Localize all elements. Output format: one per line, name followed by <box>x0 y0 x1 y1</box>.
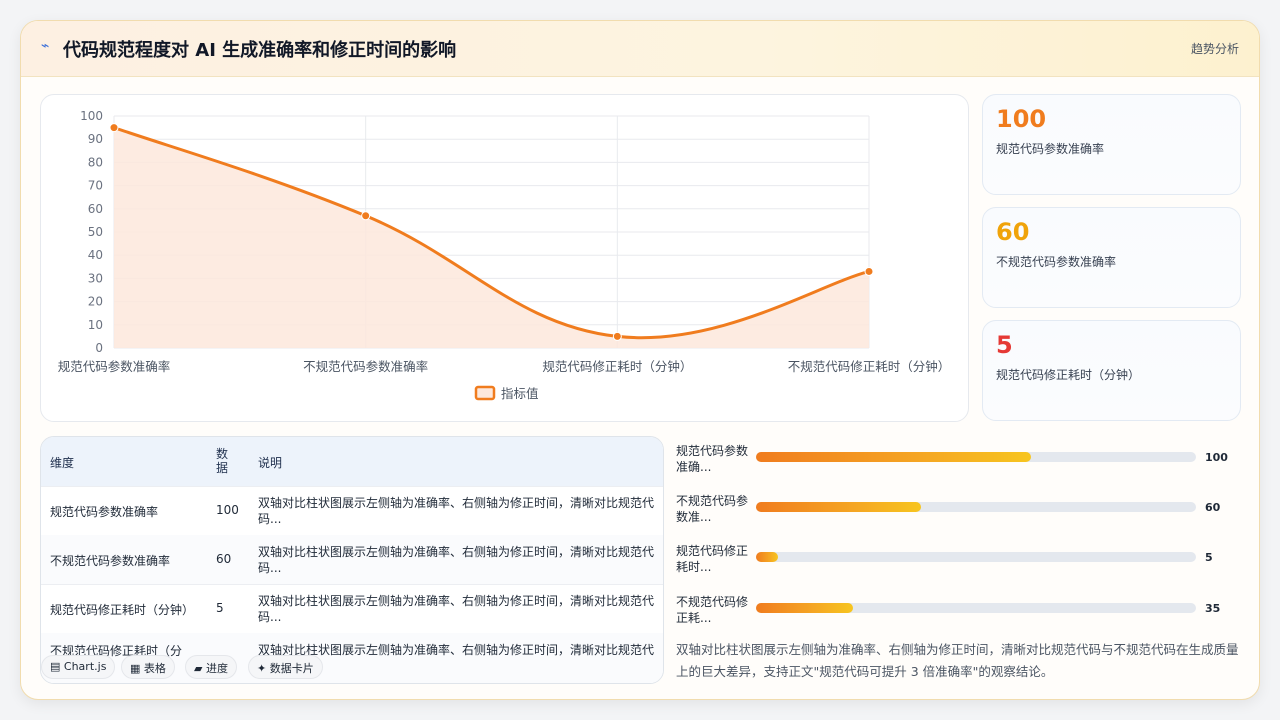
table-cell-description: 双轴对比柱状图展示左侧轴为准确率、右侧轴为修正时间，清晰对比规范代码... <box>258 545 655 575</box>
data-point <box>361 211 371 221</box>
progress-label: 规范代码参数准确... <box>676 444 749 474</box>
table-cell-dimension: 规范代码参数准确率 <box>50 505 159 519</box>
table-cell-description: 双轴对比柱状图展示左侧轴为准确率、右侧轴为修正时间，清晰对比规范代码... <box>258 496 655 526</box>
data-point <box>612 331 622 341</box>
bolt-icon: ⌁ <box>41 38 50 54</box>
progress-row: 不规范代码参数准... 60 <box>676 491 1246 527</box>
table-cell-value: 5 <box>216 601 224 615</box>
y-tick-label: 30 <box>88 271 103 285</box>
trend-analysis-badge[interactable]: 趋势分析 <box>1191 40 1239 57</box>
observation-note: 双轴对比柱状图展示左侧轴为准确率、右侧轴为修正时间，清晰对比规范代码与不规范代码… <box>676 642 1239 679</box>
progress-icon: ▰ <box>194 662 203 675</box>
y-tick-label: 40 <box>88 248 103 262</box>
stat-label: 不规范代码参数准确率 <box>996 255 1117 269</box>
card-header: ⌁ 代码规范程度对 AI 生成准确率和修正时间的影响 趋势分析 <box>21 21 1259 77</box>
tab-chartjs[interactable]: ▤ Chart.js <box>41 655 116 679</box>
stat-value: 5 <box>996 331 1013 359</box>
progress-fill <box>756 502 921 512</box>
progress-track <box>756 603 1196 613</box>
y-tick-label: 20 <box>88 295 103 309</box>
table-row: 不规范代码参数准确率 60 双轴对比柱状图展示左侧轴为准确率、右侧轴为修正时间，… <box>41 535 663 585</box>
y-tick-label: 0 <box>95 341 103 355</box>
table-icon: ▦ <box>130 662 141 675</box>
table-header-description: 说明 <box>258 456 283 470</box>
progress-track <box>756 502 1196 512</box>
sparkle-icon: ✦ <box>257 662 267 675</box>
stat-value: 60 <box>996 218 1030 246</box>
table-cell-description: 双轴对比柱状图展示左侧轴为准确率、右侧轴为修正时间，清晰对比规范代 <box>258 643 655 657</box>
x-tick-label: 规范代码参数准确率 <box>58 359 171 374</box>
progress-value: 35 <box>1205 602 1221 615</box>
progress-label: 不规范代码修正耗... <box>676 595 749 625</box>
table-cell-dimension: 规范代码修正耗时（分钟） <box>50 603 195 617</box>
progress-fill <box>756 452 1031 462</box>
tab-table[interactable]: ▦ 表格 <box>121 655 175 679</box>
stat-card-1: 100 规范代码参数准确率 <box>982 94 1241 195</box>
legend-swatch <box>474 385 496 401</box>
tab-label: Chart.js <box>63 660 107 673</box>
progress-label: 规范代码修正耗时... <box>676 544 749 574</box>
tab-progress[interactable]: ▰ 进度 <box>185 655 237 679</box>
y-tick-label: 100 <box>80 109 103 123</box>
progress-value: 60 <box>1205 501 1221 514</box>
tab-label: 数据卡片 <box>269 662 314 675</box>
y-tick-label: 70 <box>88 179 103 193</box>
dashboard-card: ⌁ 代码规范程度对 AI 生成准确率和修正时间的影响 趋势分析 0 10 20 30 4… <box>20 20 1260 700</box>
y-tick-label: 90 <box>88 132 103 146</box>
progress-fill <box>756 603 853 613</box>
stat-card-2: 60 不规范代码参数准确率 <box>982 207 1241 308</box>
x-tick-label: 不规范代码修正耗时（分钟） <box>788 359 951 374</box>
y-tick-label: 10 <box>88 318 103 332</box>
table-cell-value: 60 <box>216 552 232 566</box>
x-tick-label: 规范代码修正耗时（分钟） <box>542 359 692 374</box>
data-table: 维度 数据 说明 规范代码参数准确率 100 双轴对比柱状图展示左侧轴为准确率、… <box>40 436 664 684</box>
area-chart: 0 10 20 30 40 50 60 70 80 90 100 规范代码参数准确率 不规范代码参数准确… <box>58 109 951 401</box>
progress-label: 不规范代码参数准... <box>676 494 749 524</box>
table-header-dimension: 维度 <box>50 456 75 470</box>
data-point <box>864 266 874 276</box>
table-cell-dimension: 不规范代码参数准确率 <box>50 554 171 568</box>
table-row: 规范代码修正耗时（分钟） 5 双轴对比柱状图展示左侧轴为准确率、右侧轴为修正时间… <box>41 584 663 634</box>
stat-card-3: 5 规范代码修正耗时（分钟） <box>982 320 1241 421</box>
table-header-row: 维度 数据 说明 <box>41 437 663 487</box>
stat-label: 规范代码参数准确率 <box>996 142 1105 156</box>
table-header-data: 数据 <box>216 447 229 475</box>
progress-value: 100 <box>1205 451 1228 464</box>
chart-panel: 0 10 20 30 40 50 60 70 80 90 100 规范代码参数准确率 不规范代码参数准确… <box>40 94 969 422</box>
tab-data-cards[interactable]: ✦ 数据卡片 <box>248 655 323 679</box>
progress-row: 不规范代码修正耗... 35 <box>676 592 1246 628</box>
table-cell-description: 双轴对比柱状图展示左侧轴为准确率、右侧轴为修正时间，清晰对比规范代码... <box>258 594 655 624</box>
progress-row: 规范代码修正耗时... 5 <box>676 541 1246 577</box>
chart-icon: ▤ <box>50 660 61 673</box>
card-title: 代码规范程度对 AI 生成准确率和修正时间的影响 <box>63 40 457 61</box>
y-tick-label: 60 <box>88 202 103 216</box>
x-tick-label: 不规范代码参数准确率 <box>303 359 428 374</box>
tab-label: 进度 <box>205 662 228 675</box>
tab-label: 表格 <box>143 662 166 675</box>
table-row: 规范代码参数准确率 100 双轴对比柱状图展示左侧轴为准确率、右侧轴为修正时间，… <box>41 486 663 536</box>
table-cell-value: 100 <box>216 503 239 517</box>
y-tick-label: 50 <box>88 225 103 239</box>
progress-track <box>756 552 1196 562</box>
stat-value: 100 <box>996 105 1047 133</box>
data-point <box>109 123 119 133</box>
legend-label: 指标值 <box>501 386 539 401</box>
progress-track <box>756 452 1196 462</box>
y-tick-label: 80 <box>88 155 103 169</box>
stat-label: 规范代码修正耗时（分钟） <box>996 368 1141 382</box>
progress-row: 规范代码参数准确... 100 <box>676 441 1246 477</box>
progress-fill <box>756 552 778 562</box>
progress-value: 5 <box>1205 551 1213 564</box>
